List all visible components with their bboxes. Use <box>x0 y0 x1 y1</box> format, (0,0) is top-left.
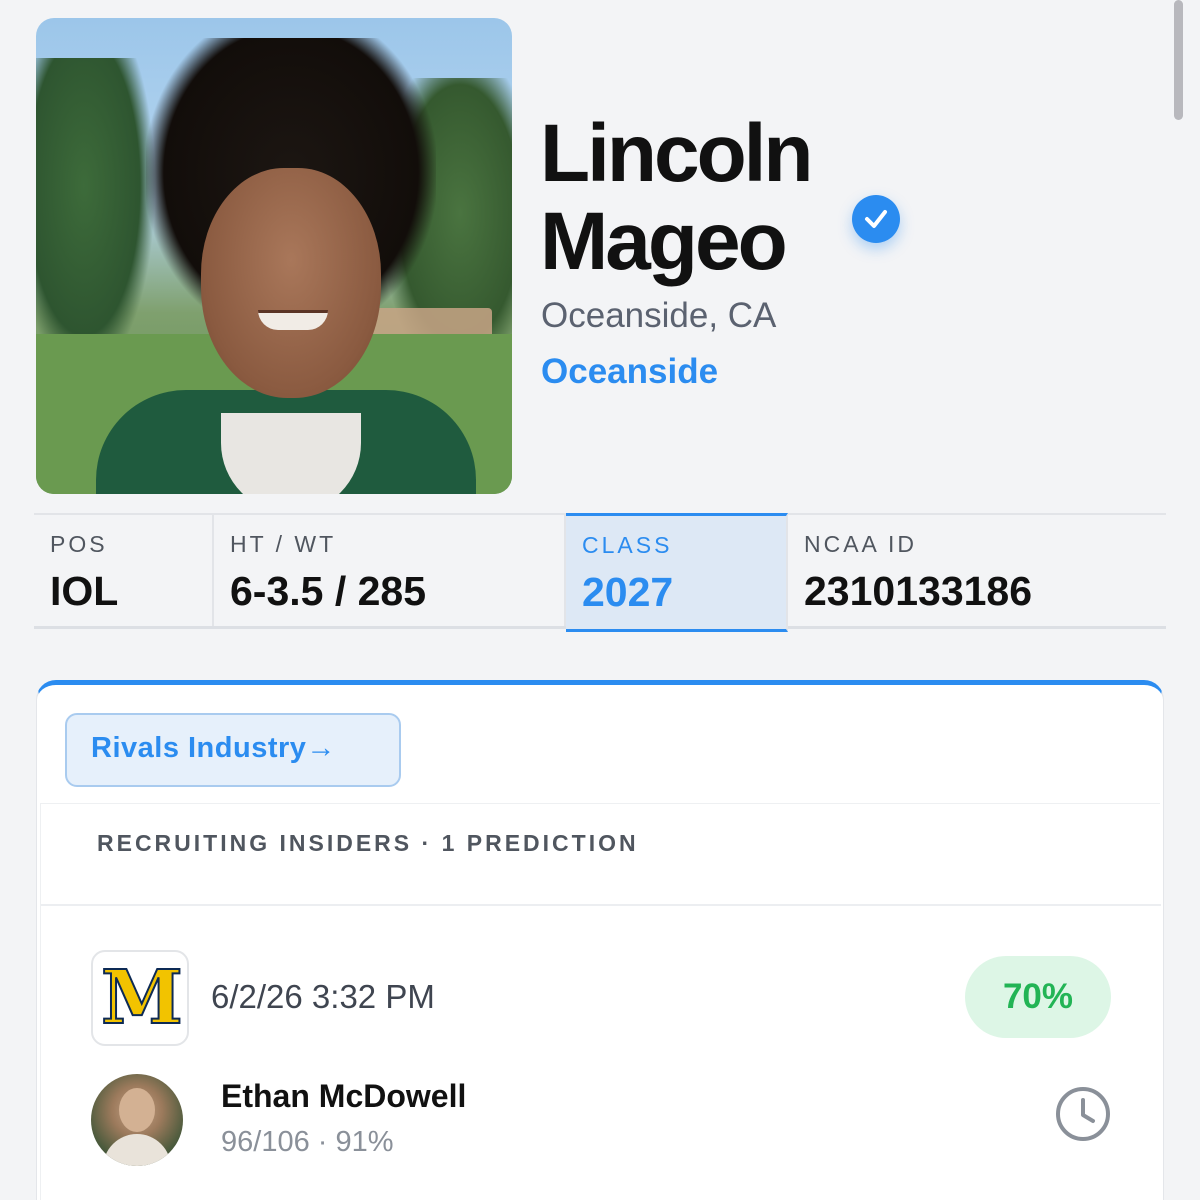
stat-position: POS IOL <box>34 515 214 626</box>
stat-value: 6-3.5 / 285 <box>230 568 427 614</box>
stat-value: 2027 <box>582 569 674 615</box>
stat-ncaa-id: NCAA ID 2310133186 <box>788 515 1166 626</box>
player-first-name: Lincoln <box>540 108 814 199</box>
check-circle-icon <box>852 195 900 243</box>
stat-label: CLASS <box>582 532 673 558</box>
stat-class[interactable]: CLASS 2027 <box>566 513 788 632</box>
predictions-card: Rivals Industry→ RECRUITING INSIDERS · 1… <box>36 680 1164 1200</box>
rivals-industry-button[interactable]: Rivals Industry→ <box>65 713 401 787</box>
stat-label: HT / WT <box>230 531 337 557</box>
team-letter: M <box>100 955 184 1041</box>
player-name: Lincoln Mageo <box>540 110 1160 286</box>
insider-record: 96/106 · 91% <box>221 1126 394 1158</box>
insider-name-link[interactable]: Ethan McDowell <box>221 1078 466 1115</box>
avatar[interactable] <box>91 1074 183 1166</box>
confidence-badge: 70% <box>965 956 1111 1038</box>
clock-icon[interactable] <box>1054 1085 1112 1148</box>
divider <box>41 904 1161 906</box>
prediction-date: 6/2/26 3:32 PM <box>211 978 435 1015</box>
player-hometown: Oceanside, CA <box>541 296 777 335</box>
player-stats-bar: POS IOL HT / WT 6-3.5 / 285 CLASS 2027 N… <box>34 513 1166 632</box>
predictions-panel: RECRUITING INSIDERS · 1 PREDICTION M 6/2… <box>40 803 1161 1200</box>
insiders-heading: RECRUITING INSIDERS · 1 PREDICTION <box>97 830 639 856</box>
stat-label: NCAA ID <box>804 531 918 557</box>
michigan-logo-icon: M <box>91 950 189 1046</box>
stat-label: POS <box>50 531 108 557</box>
stat-value: 2310133186 <box>804 568 1033 614</box>
scrollbar[interactable] <box>1174 0 1183 120</box>
player-last-name: Mageo <box>540 196 788 287</box>
player-photo <box>36 18 512 494</box>
stat-value: IOL <box>50 568 119 614</box>
stat-height-weight: HT / WT 6-3.5 / 285 <box>214 515 566 626</box>
player-school-link[interactable]: Oceanside <box>541 352 718 392</box>
